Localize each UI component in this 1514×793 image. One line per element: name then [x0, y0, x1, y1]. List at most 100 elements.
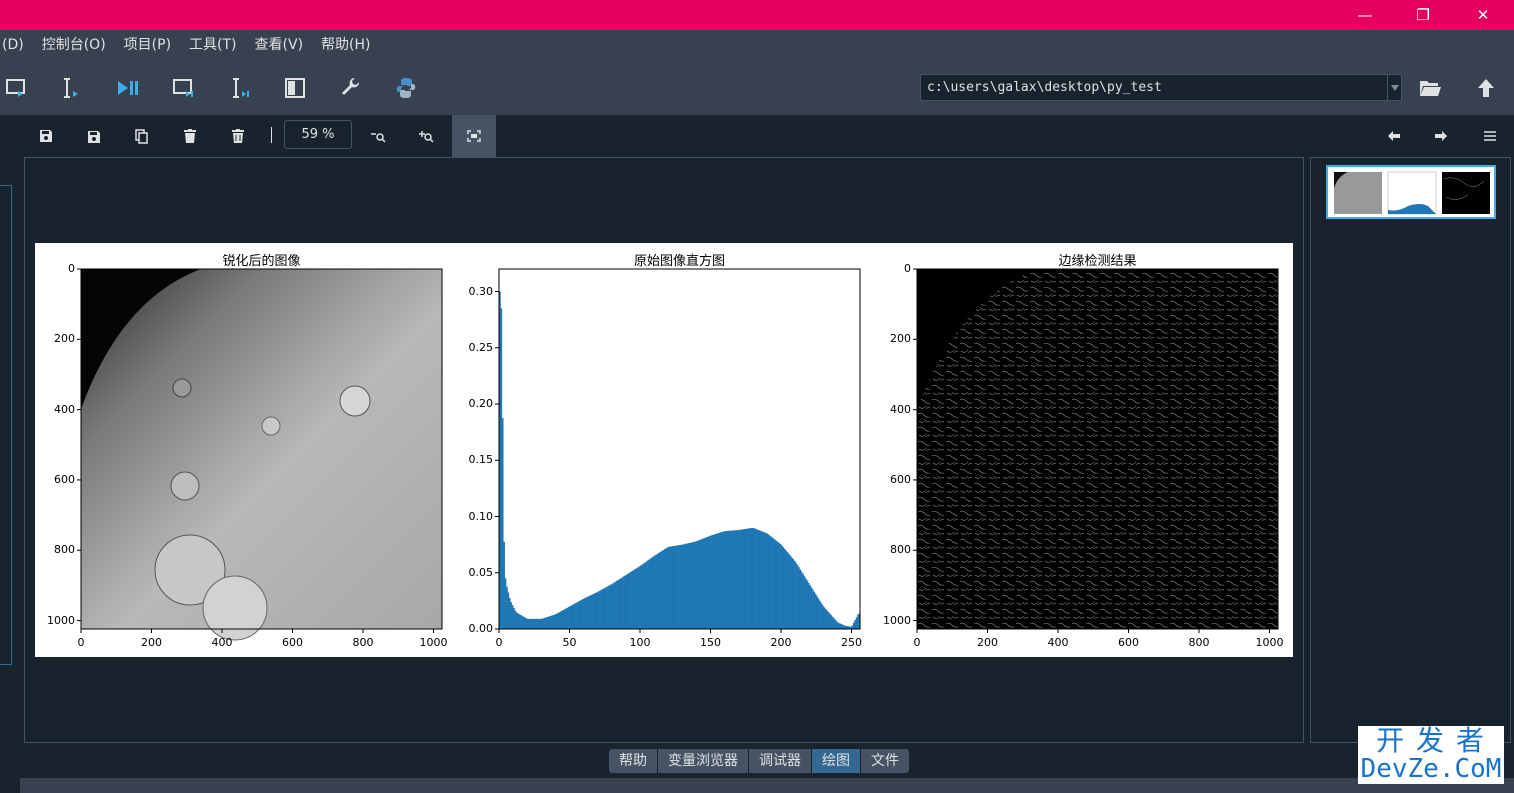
- copy-icon[interactable]: [129, 123, 155, 149]
- tick-label: 400: [211, 636, 233, 649]
- run-cell-icon[interactable]: [57, 74, 85, 102]
- tick-label: 600: [890, 472, 911, 486]
- save-icon[interactable]: [33, 123, 59, 149]
- menu-debug[interactable]: (D): [0, 30, 33, 61]
- next-plot-icon[interactable]: [1428, 123, 1454, 149]
- plot-thumbnail[interactable]: [1326, 165, 1496, 219]
- tick-label: 0.10: [468, 509, 494, 523]
- tick-label: 800: [890, 543, 911, 557]
- tick-label: 0.05: [468, 565, 494, 579]
- axes-sharpened: [80, 268, 443, 641]
- working-directory-text: c:\users\galax\desktop\py_test: [927, 80, 1162, 95]
- edge-image: [917, 269, 1278, 629]
- arrow-up-icon[interactable]: [1472, 74, 1500, 102]
- tick-label: 600: [282, 636, 304, 649]
- tick-label: 50: [562, 636, 577, 649]
- menu-projects[interactable]: 项目(P): [115, 30, 180, 61]
- tick-label: 0: [913, 636, 921, 649]
- tick-label: 0: [77, 636, 85, 649]
- fit-button[interactable]: [452, 115, 496, 157]
- working-directory-combobox[interactable]: c:\users\galax\desktop\py_test: [920, 74, 1402, 101]
- tick-label: 400: [54, 402, 75, 416]
- editor-pane-border: [0, 185, 12, 665]
- tick-label: 0: [68, 262, 75, 275]
- left-pane-edge: [0, 115, 20, 793]
- tab-variable-explorer[interactable]: 变量浏览器: [658, 749, 749, 773]
- tab-plots[interactable]: 绘图: [812, 749, 861, 773]
- delete-all-icon[interactable]: [225, 123, 251, 149]
- tick-label: 0: [495, 636, 503, 649]
- watermark-top: 开发者: [1375, 724, 1496, 757]
- previous-plot-icon[interactable]: [1381, 123, 1407, 149]
- tick-label: 0.15: [468, 453, 494, 467]
- zoom-out-icon[interactable]: [365, 123, 391, 149]
- run-file-icon[interactable]: [3, 74, 31, 102]
- tick-label: 200: [890, 332, 911, 346]
- run-selection-icon[interactable]: [170, 74, 198, 102]
- zoom-in-icon[interactable]: [413, 123, 439, 149]
- tick-label: 1000: [47, 613, 75, 627]
- histogram-bars: [499, 291, 861, 629]
- delete-icon[interactable]: [177, 123, 203, 149]
- menu-bar: (D) 控制台(O) 项目(P) 工具(T) 查看(V) 帮助(H): [0, 30, 1514, 61]
- tick-label: 600: [1118, 636, 1140, 649]
- tick-label: 0.25: [468, 340, 494, 354]
- axes-edges: [916, 268, 1279, 630]
- debug-icon[interactable]: [226, 74, 254, 102]
- options-menu-icon[interactable]: [1477, 123, 1503, 149]
- tab-debugger[interactable]: 调试器: [749, 749, 812, 773]
- pane-tabs: 帮助 变量浏览器 调试器 绘图 文件: [609, 749, 909, 773]
- crater: [339, 385, 371, 417]
- tick-label: 0.20: [468, 397, 494, 410]
- tick-label: 0.30: [468, 284, 494, 298]
- tick-label: 0.00: [468, 622, 494, 635]
- watermark-logo: 开发者 DevZe.CoM: [1358, 726, 1504, 784]
- status-bar: [20, 778, 1514, 793]
- menu-console[interactable]: 控制台(O): [33, 30, 115, 61]
- tick-label: 1000: [883, 613, 911, 627]
- tick-label: 250: [841, 636, 863, 649]
- close-button[interactable]: ✕: [1460, 0, 1506, 30]
- preferences-icon[interactable]: [337, 74, 365, 102]
- tick-label: 200: [770, 636, 792, 649]
- tick-label: 0: [904, 262, 911, 275]
- sharpened-image: [81, 269, 442, 629]
- tick-label: 150: [700, 636, 722, 649]
- run-cell-advance-icon[interactable]: [113, 74, 141, 102]
- tick-label: 800: [1188, 636, 1210, 649]
- maximize-pane-icon[interactable]: [281, 74, 309, 102]
- zoom-value: 59 %: [301, 127, 335, 142]
- close-icon: ✕: [1476, 6, 1490, 24]
- tick-label: 400: [1047, 636, 1069, 649]
- menu-help[interactable]: 帮助(H): [312, 30, 379, 61]
- save-all-icon[interactable]: [81, 123, 107, 149]
- toolbar-separator: [271, 127, 272, 143]
- tick-label: 200: [141, 636, 162, 649]
- tick-label: 800: [352, 636, 374, 649]
- tick-label: 1000: [1255, 636, 1284, 649]
- minimize-button[interactable]: —: [1342, 0, 1388, 30]
- figure: 锐化后的图像 原始图像直方图 边缘检测结果 0 200 400 600 800 1000 0…: [35, 243, 1293, 657]
- crater: [202, 575, 268, 641]
- axes-title-histogram: 原始图像直方图: [633, 254, 725, 269]
- tick-label: 600: [54, 472, 75, 486]
- python-path-icon[interactable]: [392, 74, 420, 102]
- crater: [172, 378, 192, 398]
- fit-icon: [467, 130, 481, 142]
- tab-files[interactable]: 文件: [861, 749, 909, 773]
- chevron-down-icon[interactable]: [1387, 75, 1401, 100]
- tick-label: 800: [54, 543, 75, 557]
- crater: [261, 416, 281, 436]
- zoom-spinbox[interactable]: 59 %: [284, 120, 352, 149]
- figure-svg: [77, 268, 1279, 641]
- tick-label: 400: [890, 402, 911, 416]
- tick-label: 1000: [419, 636, 448, 649]
- folder-open-icon[interactable]: [1416, 74, 1444, 102]
- menu-tools[interactable]: 工具(T): [180, 30, 245, 61]
- tick-label: 200: [54, 332, 75, 346]
- restore-button[interactable]: ❐: [1400, 0, 1446, 30]
- axes-title-edges: 边缘检测结果: [1058, 254, 1137, 269]
- menu-view[interactable]: 查看(V): [246, 30, 313, 61]
- tab-help[interactable]: 帮助: [609, 749, 658, 773]
- tick-label: 100: [629, 636, 651, 649]
